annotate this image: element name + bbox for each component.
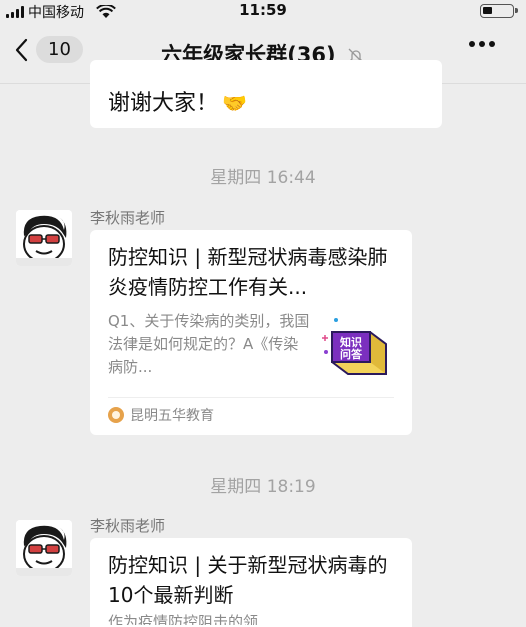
svg-text:问答: 问答 xyxy=(340,347,363,361)
battery-icon xyxy=(480,4,518,18)
avatar-cartoon-icon xyxy=(16,210,72,266)
avatar-cartoon-icon xyxy=(16,520,72,576)
source-name: 昆明五华教育 xyxy=(130,408,214,424)
source-logo-icon xyxy=(108,407,124,423)
card-divider xyxy=(108,397,394,398)
card-title: 防控知识 | 关于新型冠状病毒的10个最新判断 xyxy=(108,553,388,607)
avatar[interactable] xyxy=(16,520,72,576)
message-bubble[interactable]: 谢谢大家！ 🤝 xyxy=(90,60,442,128)
svg-text:知识: 知识 xyxy=(339,335,362,349)
card-description: 作为疫情防控阻击的领 xyxy=(108,613,259,625)
avatar[interactable] xyxy=(16,210,72,266)
clock: 11:59 xyxy=(239,1,287,19)
card-description: Q1、关于传染病的类别，我国法律是如何规定的？A《传染病防... xyxy=(108,312,310,376)
message-text: 谢谢大家！ xyxy=(108,91,219,116)
status-bar: 中国移动 11:59 xyxy=(0,0,526,22)
sender-name: 李秋雨老师 xyxy=(90,517,166,535)
timestamp: 星期四 16:44 xyxy=(210,168,316,188)
more-options-icon[interactable] xyxy=(468,40,496,48)
handshake-emoji: 🤝 xyxy=(222,91,247,115)
card-source: 昆明五华教育 xyxy=(108,405,214,425)
knowledge-qa-thumbnail: 知识 问答 xyxy=(322,318,387,375)
card-title: 防控知识 | 新型冠状病毒感染肺炎疫情防控工作有关... xyxy=(108,245,388,299)
sender-name: 李秋雨老师 xyxy=(90,209,166,227)
article-card[interactable]: 防控知识 | 新型冠状病毒感染肺炎疫情防控工作有关... Q1、关于传染病的类别… xyxy=(90,230,412,435)
timestamp: 星期四 18:19 xyxy=(210,477,316,497)
article-card[interactable]: 防控知识 | 关于新型冠状病毒的10个最新判断 作为疫情防控阻击的领 xyxy=(90,538,412,627)
